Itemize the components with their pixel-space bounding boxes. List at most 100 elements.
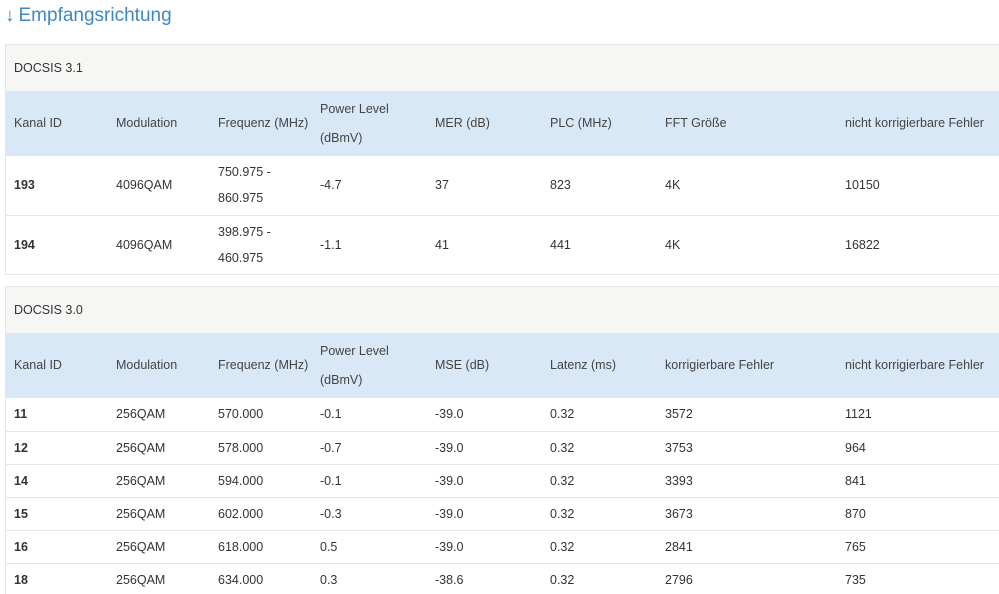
column-header-kanal-id: Kanal ID bbox=[14, 116, 62, 130]
table-row: 18 256QAM 634.000 0.3 -38.6 0.32 2796 73… bbox=[6, 563, 999, 594]
cell-nicht-korrigierbare-fehler: 735 bbox=[837, 563, 999, 594]
cell-kanal-id: 18 bbox=[6, 563, 108, 594]
column-header-frequenz: Frequenz (MHz) bbox=[218, 358, 309, 372]
cell-power-level: -0.7 bbox=[312, 431, 427, 465]
docsis30-table-block: DOCSIS 3.0 Kanal ID Modulation Frequenz … bbox=[5, 286, 999, 594]
table-row: 12 256QAM 578.000 -0.7 -39.0 0.32 3753 9… bbox=[6, 431, 999, 465]
cell-modulation: 4096QAM bbox=[108, 215, 210, 275]
cell-korrigierbare-fehler: 3753 bbox=[657, 431, 837, 465]
cell-korrigierbare-fehler: 3673 bbox=[657, 497, 837, 531]
table-row: 14 256QAM 594.000 -0.1 -39.0 0.32 3393 8… bbox=[6, 464, 999, 498]
column-header-frequenz: Frequenz (MHz) bbox=[218, 116, 309, 130]
cell-kanal-id: 194 bbox=[6, 215, 108, 275]
cell-nicht-korrigierbare-fehler: 870 bbox=[837, 497, 999, 531]
cell-frequenz: 750.975 - 860.975 bbox=[210, 156, 312, 216]
cell-latenz: 0.32 bbox=[542, 464, 657, 498]
cell-frequenz: 634.000 bbox=[210, 563, 312, 594]
table-row: 193 4096QAM 750.975 - 860.975 -4.7 37 82… bbox=[6, 156, 999, 216]
cell-power-level: 0.3 bbox=[312, 563, 427, 594]
cell-nicht-korrigierbare-fehler: 1121 bbox=[837, 398, 999, 432]
cell-frequenz: 398.975 - 460.975 bbox=[210, 215, 312, 275]
column-header-mse: MSE (dB) bbox=[435, 358, 490, 372]
cell-frequenz: 618.000 bbox=[210, 530, 312, 564]
cell-kanal-id: 12 bbox=[6, 431, 108, 465]
cell-frequenz: 602.000 bbox=[210, 497, 312, 531]
cell-mse: -39.0 bbox=[427, 497, 542, 531]
cell-mer: 41 bbox=[427, 215, 542, 275]
page: ↓ Empfangsrichtung DOCSIS 3.1 Kanal ID Mo… bbox=[0, 0, 999, 594]
cell-power-level: -4.7 bbox=[312, 156, 427, 216]
cell-modulation: 256QAM bbox=[108, 563, 210, 594]
cell-korrigierbare-fehler: 3572 bbox=[657, 398, 837, 432]
table-row: 15 256QAM 602.000 -0.3 -39.0 0.32 3673 8… bbox=[6, 497, 999, 531]
cell-kanal-id: 193 bbox=[6, 156, 108, 216]
table-row: 11 256QAM 570.000 -0.1 -39.0 0.32 3572 1… bbox=[6, 398, 999, 432]
cell-plc: 823 bbox=[542, 156, 657, 216]
cell-power-level: -0.1 bbox=[312, 464, 427, 498]
cell-power-level: -0.3 bbox=[312, 497, 427, 531]
cell-modulation: 256QAM bbox=[108, 398, 210, 432]
table-row: 194 4096QAM 398.975 - 460.975 -1.1 41 44… bbox=[6, 215, 999, 275]
cell-frequenz: 570.000 bbox=[210, 398, 312, 432]
docsis31-table-block: DOCSIS 3.1 Kanal ID Modulation Frequenz … bbox=[5, 44, 999, 275]
cell-fft: 4K bbox=[657, 215, 837, 275]
cell-modulation: 256QAM bbox=[108, 497, 210, 531]
cell-latenz: 0.32 bbox=[542, 530, 657, 564]
table-row: 16 256QAM 618.000 0.5 -39.0 0.32 2841 76… bbox=[6, 530, 999, 564]
column-header-modulation: Modulation bbox=[116, 116, 178, 130]
column-header-korrigierbare-fehler: korrigierbare Fehler bbox=[665, 358, 775, 372]
section-title: Empfangsrichtung bbox=[18, 5, 172, 26]
cell-kanal-id: 14 bbox=[6, 464, 108, 498]
cell-latenz: 0.32 bbox=[542, 431, 657, 465]
cell-korrigierbare-fehler: 2796 bbox=[657, 563, 837, 594]
cell-nicht-korrigierbare-fehler: 16822 bbox=[837, 215, 999, 275]
cell-modulation: 256QAM bbox=[108, 431, 210, 465]
cell-power-level: -1.1 bbox=[312, 215, 427, 275]
cell-modulation: 4096QAM bbox=[108, 156, 210, 216]
cell-mer: 37 bbox=[427, 156, 542, 216]
section-heading: ↓ Empfangsrichtung bbox=[5, 3, 172, 29]
cell-korrigierbare-fehler: 3393 bbox=[657, 464, 837, 498]
column-header-power-level: Power Level (dBmV) bbox=[320, 101, 389, 145]
cell-kanal-id: 15 bbox=[6, 497, 108, 531]
cell-power-level: 0.5 bbox=[312, 530, 427, 564]
cell-nicht-korrigierbare-fehler: 10150 bbox=[837, 156, 999, 216]
cell-plc: 441 bbox=[542, 215, 657, 275]
column-header-nicht-korrigierbare-fehler: nicht korrigierbare Fehler bbox=[845, 358, 984, 372]
cell-mse: -39.0 bbox=[427, 464, 542, 498]
cell-modulation: 256QAM bbox=[108, 530, 210, 564]
cell-fft: 4K bbox=[657, 156, 837, 216]
cell-nicht-korrigierbare-fehler: 765 bbox=[837, 530, 999, 564]
cell-korrigierbare-fehler: 2841 bbox=[657, 530, 837, 564]
docsis30-table: Kanal ID Modulation Frequenz (MHz) Power… bbox=[6, 333, 999, 594]
cell-mse: -39.0 bbox=[427, 398, 542, 432]
column-header-mer: MER (dB) bbox=[435, 116, 490, 130]
column-header-fft: FFT Größe bbox=[665, 116, 727, 130]
cell-latenz: 0.32 bbox=[542, 497, 657, 531]
column-header-kanal-id: Kanal ID bbox=[14, 358, 62, 372]
cell-frequenz: 594.000 bbox=[210, 464, 312, 498]
docsis31-caption: DOCSIS 3.1 bbox=[6, 44, 999, 91]
docsis30-caption: DOCSIS 3.0 bbox=[6, 286, 999, 333]
cell-nicht-korrigierbare-fehler: 841 bbox=[837, 464, 999, 498]
cell-modulation: 256QAM bbox=[108, 464, 210, 498]
column-header-plc: PLC (MHz) bbox=[550, 116, 612, 130]
column-header-modulation: Modulation bbox=[116, 358, 178, 372]
cell-latenz: 0.32 bbox=[542, 563, 657, 594]
column-header-nicht-korrigierbare-fehler: nicht korrigierbare Fehler bbox=[845, 116, 984, 130]
arrow-down-icon: ↓ bbox=[5, 5, 15, 26]
column-header-power-level: Power Level (dBmV) bbox=[320, 343, 389, 387]
cell-frequenz: 578.000 bbox=[210, 431, 312, 465]
cell-mse: -39.0 bbox=[427, 431, 542, 465]
table-header-row: Kanal ID Modulation Frequenz (MHz) Power… bbox=[6, 333, 999, 398]
cell-latenz: 0.32 bbox=[542, 398, 657, 432]
cell-kanal-id: 16 bbox=[6, 530, 108, 564]
cell-power-level: -0.1 bbox=[312, 398, 427, 432]
docsis31-table: Kanal ID Modulation Frequenz (MHz) Power… bbox=[6, 91, 999, 275]
cell-mse: -38.6 bbox=[427, 563, 542, 594]
cell-kanal-id: 11 bbox=[6, 398, 108, 432]
column-header-latenz: Latenz (ms) bbox=[550, 358, 616, 372]
cell-mse: -39.0 bbox=[427, 530, 542, 564]
table-header-row: Kanal ID Modulation Frequenz (MHz) Power… bbox=[6, 91, 999, 156]
cell-nicht-korrigierbare-fehler: 964 bbox=[837, 431, 999, 465]
